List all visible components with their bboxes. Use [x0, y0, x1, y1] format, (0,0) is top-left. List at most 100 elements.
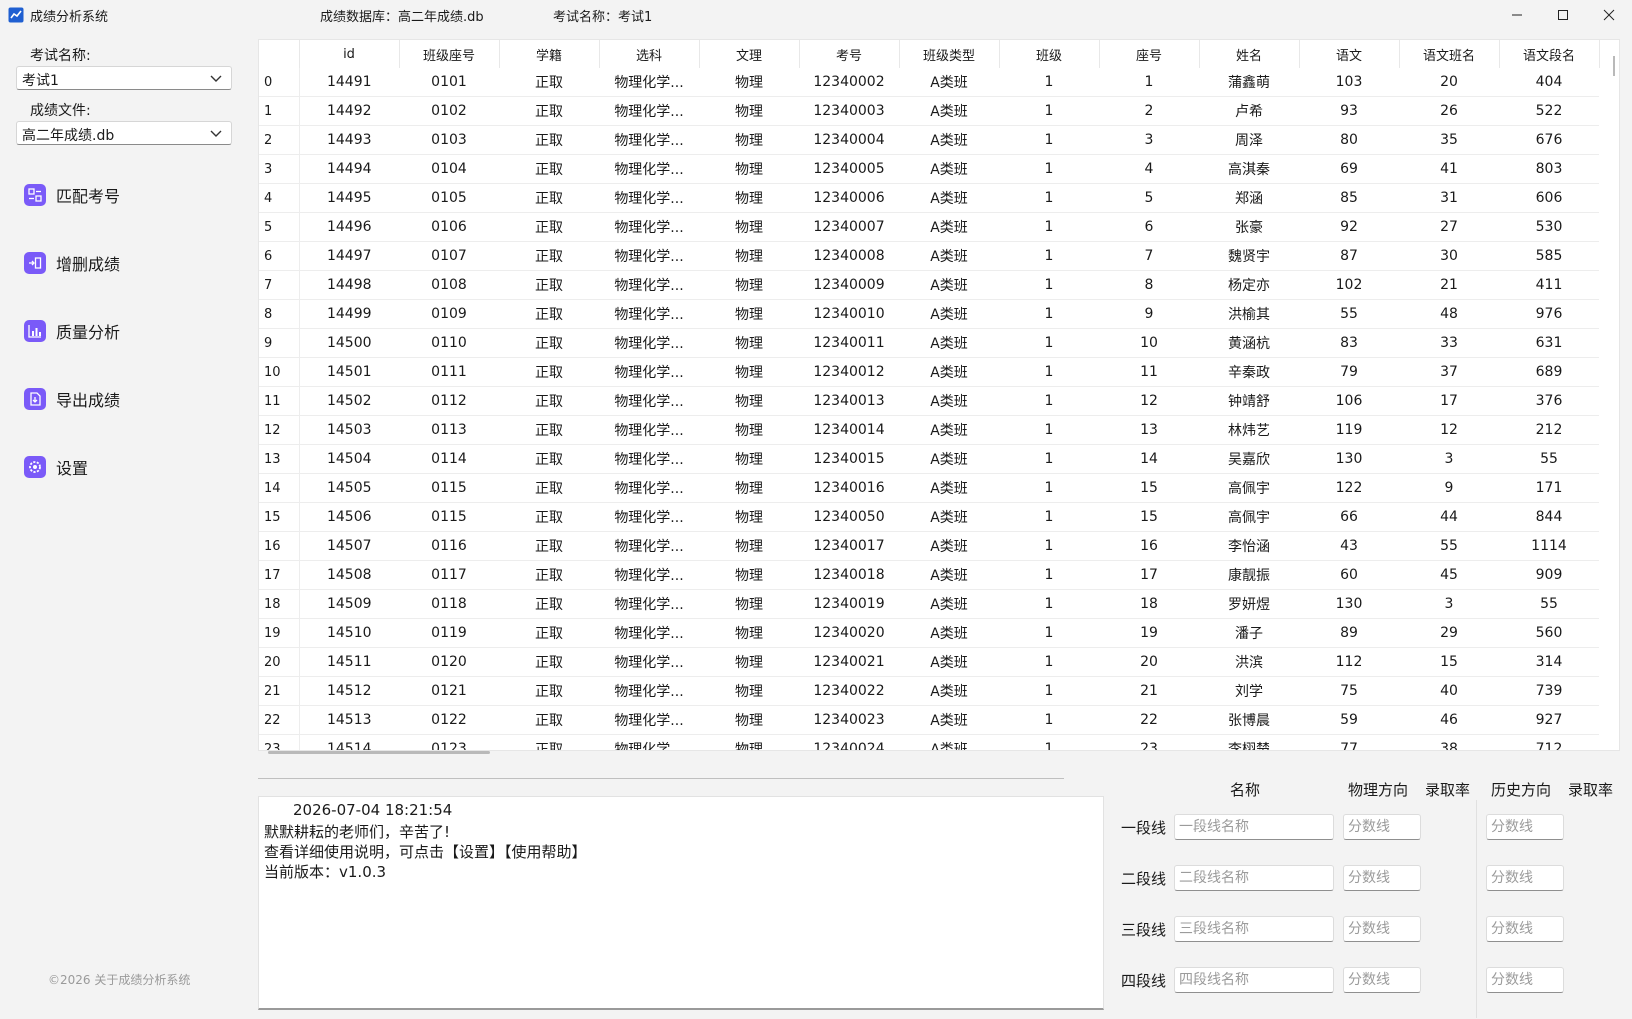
table-cell[interactable]: 122	[1299, 473, 1399, 503]
table-cell[interactable]: A类班	[899, 299, 999, 329]
table-cell[interactable]: 物理	[699, 473, 799, 503]
table-row[interactable]: 20 14511 0120 正取 物理化学... 物理 12340021 A类班 1 20 洪滨 11…	[259, 647, 1599, 677]
table-cell[interactable]: 物理	[699, 241, 799, 271]
table-cell[interactable]: 物理	[699, 68, 799, 97]
table-cell[interactable]: 物理化学...	[599, 502, 699, 532]
table-cell[interactable]: 14505	[299, 473, 399, 503]
table-cell[interactable]: 14	[1099, 444, 1199, 474]
table-cell[interactable]: 0103	[399, 125, 499, 155]
table-cell[interactable]: 12340002	[799, 68, 899, 97]
table-cell[interactable]: 314	[1499, 647, 1599, 677]
table-cell[interactable]: A类班	[899, 328, 999, 358]
table-cell[interactable]: A类班	[899, 270, 999, 300]
table-cell[interactable]: 杨定亦	[1199, 270, 1299, 300]
table-cell[interactable]: 高佩宇	[1199, 473, 1299, 503]
table-cell[interactable]: 郑涵	[1199, 183, 1299, 213]
table-cell[interactable]: 洪榆其	[1199, 299, 1299, 329]
line1-name-input[interactable]	[1174, 814, 1334, 840]
table-cell[interactable]: 12340005	[799, 154, 899, 184]
table-cell[interactable]: 正取	[499, 705, 599, 735]
table-cell[interactable]: 12340022	[799, 676, 899, 706]
table-cell[interactable]: 物理化学...	[599, 357, 699, 387]
table-row[interactable]: 14 14505 0115 正取 物理化学... 物理 12340016 A类班 1 15 高佩宇 1…	[259, 473, 1599, 503]
line3-physics-score-input[interactable]	[1343, 916, 1421, 942]
table-cell[interactable]: 0119	[399, 618, 499, 648]
table-cell[interactable]: A类班	[899, 531, 999, 561]
table-row[interactable]: 19 14510 0119 正取 物理化学... 物理 12340020 A类班 1 19 潘子 89…	[259, 618, 1599, 648]
table-cell[interactable]: 物理	[699, 705, 799, 735]
table-cell[interactable]: 55	[1299, 299, 1399, 329]
exam-name-select[interactable]: 考试1	[16, 66, 232, 90]
nav-settings[interactable]: 设置	[24, 453, 88, 481]
table-cell[interactable]: 14511	[299, 647, 399, 677]
table-cell[interactable]: 631	[1499, 328, 1599, 358]
table-cell[interactable]: 正取	[499, 560, 599, 590]
table-cell[interactable]: 12340004	[799, 125, 899, 155]
table-cell[interactable]: 30	[1399, 241, 1499, 271]
table-cell[interactable]: 41	[1399, 154, 1499, 184]
table-cell[interactable]: 44	[1399, 502, 1499, 532]
table-row[interactable]: 21 14512 0121 正取 物理化学... 物理 12340022 A类班 1 21 刘学 75…	[259, 676, 1599, 706]
table-cell[interactable]: 1	[999, 618, 1099, 648]
table-cell[interactable]: 0117	[399, 560, 499, 590]
table-cell[interactable]: 12340020	[799, 618, 899, 648]
table-cell[interactable]: 洪滨	[1199, 647, 1299, 677]
table-cell[interactable]: 12340009	[799, 270, 899, 300]
table-cell[interactable]: 676	[1499, 125, 1599, 155]
table-cell[interactable]: 21	[1399, 270, 1499, 300]
table-cell[interactable]: 正取	[499, 444, 599, 474]
table-cell[interactable]: 黄涵杭	[1199, 328, 1299, 358]
table-cell[interactable]: 130	[1299, 444, 1399, 474]
table-cell[interactable]: 14510	[299, 618, 399, 648]
table-cell[interactable]: 14497	[299, 241, 399, 271]
table-cell[interactable]: 8	[1099, 270, 1199, 300]
table-cell[interactable]: 1	[999, 212, 1099, 242]
table-cell[interactable]: 正取	[499, 502, 599, 532]
table-cell[interactable]: 0115	[399, 473, 499, 503]
table-row[interactable]: 18 14509 0118 正取 物理化学... 物理 12340019 A类班 1 18 罗妍煜 1…	[259, 589, 1599, 619]
table-row[interactable]: 0 14491 0101 正取 物理化学... 物理 12340002 A类班 1 1 蒲鑫萌 103…	[259, 68, 1599, 97]
table-cell[interactable]: 20	[1099, 647, 1199, 677]
table-cell[interactable]: 物理	[699, 647, 799, 677]
table-cell[interactable]: 171	[1499, 473, 1599, 503]
table-cell[interactable]: 13	[1099, 415, 1199, 445]
maximize-button[interactable]	[1540, 0, 1586, 30]
line4-name-input[interactable]	[1174, 967, 1334, 993]
table-cell[interactable]: 物理	[699, 96, 799, 126]
line1-history-score-input[interactable]	[1486, 814, 1564, 840]
table-cell[interactable]: 物理化学...	[599, 386, 699, 416]
table-cell[interactable]: 14512	[299, 676, 399, 706]
table-cell[interactable]: 12	[1399, 415, 1499, 445]
table-cell[interactable]: 83	[1299, 328, 1399, 358]
table-cell[interactable]: 1	[999, 415, 1099, 445]
table-cell[interactable]: 正取	[499, 531, 599, 561]
table-cell[interactable]: 正取	[499, 647, 599, 677]
column-header[interactable]: 座号	[1099, 40, 1200, 68]
table-cell[interactable]: 59	[1299, 705, 1399, 735]
table-cell[interactable]: 物理化学...	[599, 415, 699, 445]
table-row[interactable]: 17 14508 0117 正取 物理化学... 物理 12340018 A类班 1 17 康靓振 6…	[259, 560, 1599, 590]
table-cell[interactable]: 55	[1499, 444, 1599, 474]
table-cell[interactable]: 1	[999, 183, 1099, 213]
line3-name-input[interactable]	[1174, 916, 1334, 942]
table-cell[interactable]: A类班	[899, 560, 999, 590]
table-cell[interactable]: A类班	[899, 386, 999, 416]
table-cell[interactable]: 正取	[499, 241, 599, 271]
table-cell[interactable]: 正取	[499, 618, 599, 648]
table-cell[interactable]: 正取	[499, 212, 599, 242]
table-cell[interactable]: 12	[1099, 386, 1199, 416]
vertical-scrollbar[interactable]	[1613, 56, 1615, 76]
table-cell[interactable]: A类班	[899, 676, 999, 706]
table-cell[interactable]: 12340018	[799, 560, 899, 590]
table-cell[interactable]: 0101	[399, 68, 499, 97]
table-cell[interactable]: 2	[1099, 96, 1199, 126]
table-cell[interactable]: 正取	[499, 183, 599, 213]
table-cell[interactable]: 李栩楚	[1199, 734, 1299, 750]
column-header[interactable]: 选科	[599, 40, 700, 68]
table-cell[interactable]: 刘学	[1199, 676, 1299, 706]
column-header[interactable]: 班级类型	[899, 40, 1000, 68]
table-cell[interactable]: 魏贤宇	[1199, 241, 1299, 271]
table-cell[interactable]: 55	[1499, 589, 1599, 619]
table-cell[interactable]: 35	[1399, 125, 1499, 155]
table-cell[interactable]: 辛秦政	[1199, 357, 1299, 387]
